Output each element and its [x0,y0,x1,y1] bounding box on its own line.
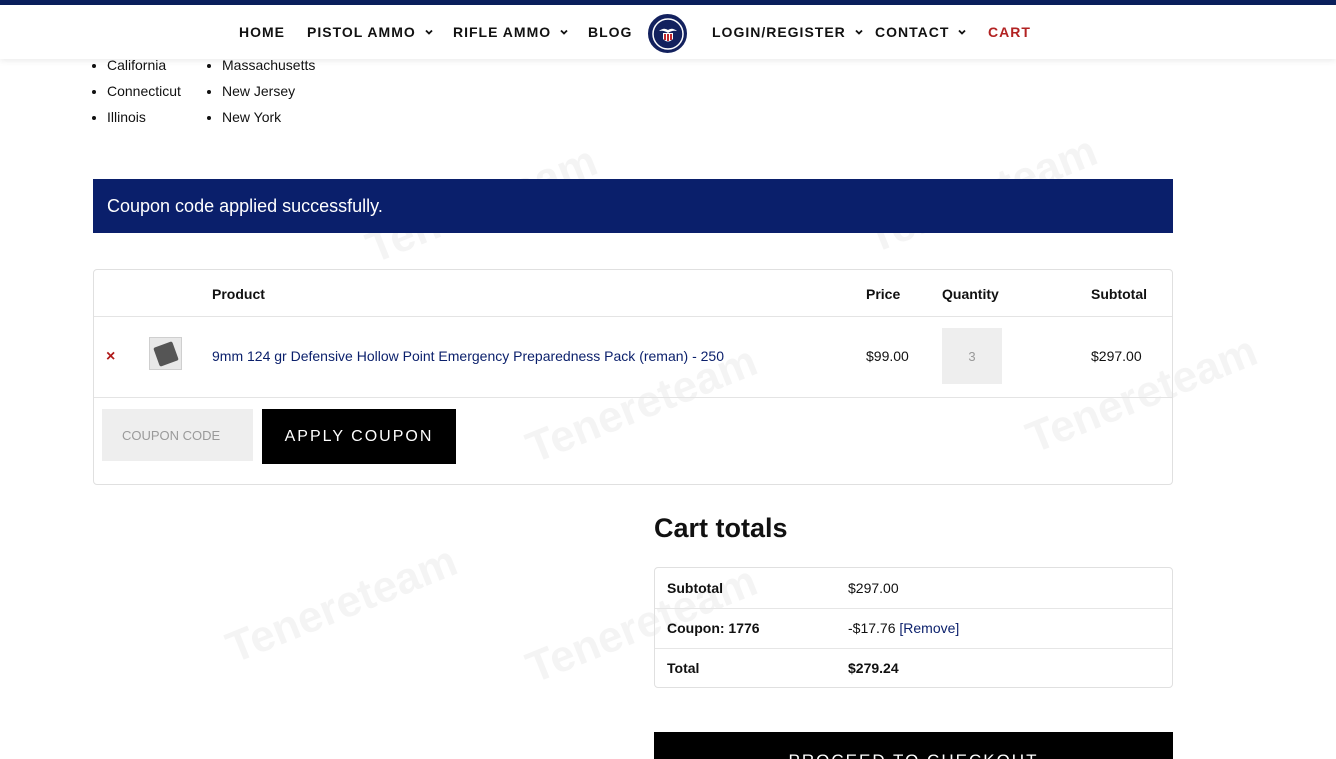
nav-cart[interactable]: CART [988,5,1031,59]
chevron-down-icon [855,29,863,35]
nav-label: CONTACT [875,24,950,40]
total-value: $279.24 [848,660,899,676]
totals-row-coupon: Coupon: 1776 -$17.76 [Remove] [655,608,1172,648]
totals-row-total: Total $279.24 [655,648,1172,688]
header-price: Price [866,286,901,302]
state-item: New Jersey [222,82,315,108]
product-name-link[interactable]: 9mm 124 gr Defensive Hollow Point Emerge… [212,348,724,364]
nav-label: HOME [239,24,285,40]
watermark: Tenereteam [220,536,465,674]
chevron-down-icon [425,29,433,35]
nav-label: CART [988,24,1031,40]
nav-home[interactable]: HOME [239,5,285,59]
coupon-success-notice: Coupon code applied successfully. [93,179,1173,233]
remove-item-icon[interactable]: × [106,348,115,366]
nav-label: BLOG [588,24,633,40]
subtotal-value: $297.00 [848,580,899,596]
total-label: Total [667,660,700,676]
nav-login-register[interactable]: LOGIN/REGISTER [712,5,864,59]
apply-coupon-button[interactable]: APPLY COUPON [262,409,456,464]
nav-contact[interactable]: CONTACT [875,5,967,59]
state-item: California [107,56,181,82]
cart-totals-table: Subtotal $297.00 Coupon: 1776 -$17.76 [R… [654,567,1173,688]
state-item: Massachusetts [222,56,315,82]
chevron-down-icon [958,29,967,35]
nav-rifle-ammo[interactable]: RIFLE AMMO [453,5,569,59]
coupon-label: Coupon: 1776 [667,620,760,636]
row-divider [94,397,1172,398]
site-logo[interactable] [648,14,687,53]
nav-pistol-ammo[interactable]: PISTOL AMMO [307,5,434,59]
totals-row-subtotal: Subtotal $297.00 [655,568,1172,608]
site-header: HOME PISTOL AMMO RIFLE AMMO BLOG LOGIN/R… [0,5,1336,59]
nav-label: LOGIN/REGISTER [712,24,846,40]
cart-table: Product Price Quantity Subtotal × 9mm 12… [93,269,1173,485]
nav-label: PISTOL AMMO [307,24,416,40]
line-subtotal: $297.00 [1091,348,1142,364]
proceed-to-checkout-button[interactable]: PROCEED TO CHECKOUT [654,732,1173,759]
row-divider [94,316,1172,317]
header-product: Product [212,286,265,302]
state-item: Connecticut [107,82,181,108]
state-item: Illinois [107,108,181,134]
nav-label: RIFLE AMMO [453,24,552,40]
quantity-input[interactable] [942,328,1002,384]
product-thumbnail[interactable] [149,337,182,370]
header-quantity: Quantity [942,286,999,302]
product-price: $99.00 [866,348,909,364]
cart-totals-title: Cart totals [654,513,788,543]
restricted-states-list-2: Massachusetts New Jersey New York [222,56,315,134]
coupon-code-input[interactable] [102,409,253,461]
remove-coupon-link[interactable]: [Remove] [899,620,959,636]
eagle-shield-logo-icon [651,17,684,50]
coupon-discount: -$17.76 [Remove] [848,620,959,636]
notice-message: Coupon code applied successfully. [107,195,383,216]
chevron-down-icon [560,29,568,35]
subtotal-label: Subtotal [667,580,723,596]
restricted-states-list-1: California Connecticut Illinois [107,56,181,134]
coupon-value: -$17.76 [848,620,896,636]
header-subtotal: Subtotal [1091,286,1147,302]
nav-blog[interactable]: BLOG [588,5,632,59]
state-item: New York [222,108,315,134]
